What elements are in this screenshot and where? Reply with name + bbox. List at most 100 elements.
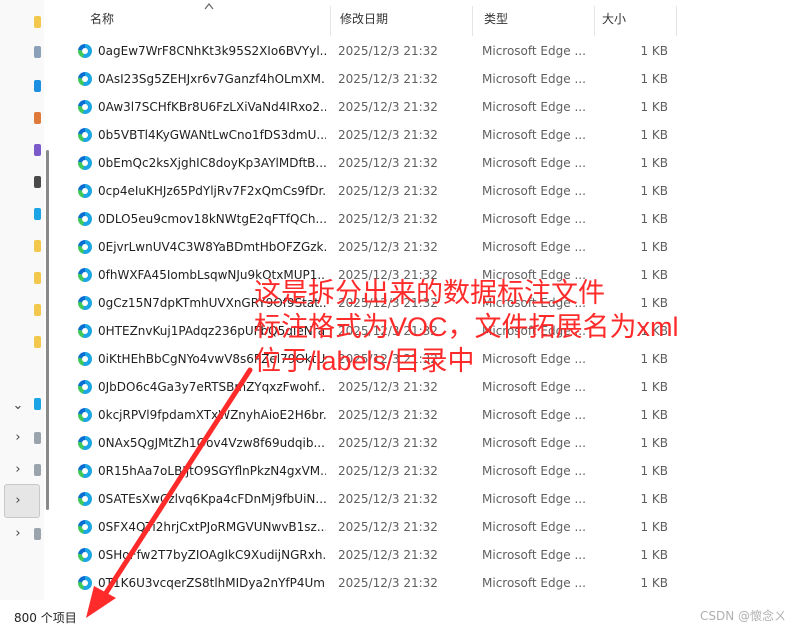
file-date: 2025/12/3 21:32: [338, 492, 438, 506]
drive-icon[interactable]: [34, 464, 41, 476]
folder-icon[interactable]: [34, 46, 41, 58]
chevron-right-icon[interactable]: ›: [10, 493, 26, 509]
nav-scrollbar[interactable]: [44, 0, 52, 600]
file-row[interactable]: 0bEmQc2ksXjghIC8doyKp3AYlMDftB... 2025/12…: [72, 149, 682, 177]
folder-icon[interactable]: [34, 208, 41, 220]
file-name: 0SFX4QTi2hrjCxtPJoRMGVUNwvB1sz...: [98, 520, 326, 534]
annotation-line: 这是拆分出来的数据标注文件: [254, 278, 605, 308]
file-type: Microsoft Edge ...: [482, 100, 586, 114]
file-row[interactable]: 0Aw3l7SCHfKBr8U6FzLXiVaNd4IRxo2... 2025/1…: [72, 93, 682, 121]
edge-file-icon: [78, 44, 92, 58]
chevron-right-icon[interactable]: ›: [10, 430, 26, 446]
file-type: Microsoft Edge ...: [482, 156, 586, 170]
file-name: 0SHoFfw2T7byZIOAgIkC9XudijNGRxh...: [98, 548, 326, 562]
column-header: 名称 修改日期 类型 大小: [78, 0, 678, 38]
file-name: 0T1K6U3vcqerZS8tlhMIDya2nYfP4Um...: [98, 576, 326, 590]
edge-file-icon: [78, 520, 92, 534]
file-row[interactable]: 0kcjRPVl9fpdamXTxWZnyhAioE2H6br... 2025/1…: [72, 401, 682, 429]
status-item-count: 800 个项目: [14, 611, 77, 625]
file-type: Microsoft Edge ...: [482, 436, 586, 450]
file-date: 2025/12/3 21:32: [338, 520, 438, 534]
folder-icon[interactable]: [34, 144, 41, 156]
file-row[interactable]: 0T1K6U3vcqerZS8tlhMIDya2nYfP4Um... 2025/1…: [72, 569, 682, 597]
edge-file-icon: [78, 408, 92, 422]
file-type: Microsoft Edge ...: [482, 576, 586, 590]
edge-file-icon: [78, 72, 92, 86]
column-date[interactable]: 修改日期: [328, 0, 470, 38]
drive-icon[interactable]: [34, 528, 41, 540]
file-date: 2025/12/3 21:32: [338, 240, 438, 254]
edge-file-icon: [78, 184, 92, 198]
file-date: 2025/12/3 21:32: [338, 184, 438, 198]
nav-scrollbar-thumb[interactable]: [46, 150, 49, 510]
folder-icon[interactable]: [34, 304, 41, 316]
file-row[interactable]: 0agEw7WrF8CNhKt3k95S2XIo6BVYyl... 2025/12…: [72, 37, 682, 65]
folder-icon[interactable]: [34, 80, 41, 92]
file-name: 0NAx5QgJMtZh1Oov4Vzw8f69udqib...: [98, 436, 325, 450]
file-row[interactable]: 0DLO5eu9cmov18kNWtgE2qFTfQCh... 2025/12/3…: [72, 205, 682, 233]
column-name[interactable]: 名称: [78, 0, 330, 38]
folder-icon[interactable]: [34, 336, 41, 348]
file-date: 2025/12/3 21:32: [338, 100, 438, 114]
file-size: 1 KB: [640, 240, 668, 254]
file-size: 1 KB: [640, 212, 668, 226]
file-row[interactable]: 0SHoFfw2T7byZIOAgIkC9XudijNGRxh... 2025/1…: [72, 541, 682, 569]
file-type: Microsoft Edge ...: [482, 128, 586, 142]
drive-icon[interactable]: [34, 432, 41, 444]
file-row[interactable]: 0SFX4QTi2hrjCxtPJoRMGVUNwvB1sz... 2025/12…: [72, 513, 682, 541]
chevron-right-icon[interactable]: ›: [10, 462, 26, 478]
edge-file-icon: [78, 296, 92, 310]
drive-icon[interactable]: [34, 398, 41, 410]
file-size: 1 KB: [640, 184, 668, 198]
file-row[interactable]: 0R15hAa7oLBIjtO9SGYflnPkzN4gxVM... 2025/1…: [72, 457, 682, 485]
chevron-down-icon[interactable]: ⌄: [10, 398, 26, 414]
file-type: Microsoft Edge ...: [482, 212, 586, 226]
file-date: 2025/12/3 21:32: [338, 464, 438, 478]
file-size: 1 KB: [640, 44, 668, 58]
file-type: Microsoft Edge ...: [482, 184, 586, 198]
file-row[interactable]: 0cp4eIuKHJz65PdYljRv7F2xQmCs9fDr... 2025/…: [72, 177, 682, 205]
edge-file-icon: [78, 380, 92, 394]
file-row[interactable]: 0SATEsXwCzlvq6Kpa4cFDnMj9fbUiN... 2025/12…: [72, 485, 682, 513]
file-size: 1 KB: [640, 128, 668, 142]
edge-file-icon: [78, 240, 92, 254]
folder-icon[interactable]: [34, 112, 41, 124]
column-divider[interactable]: [676, 6, 677, 36]
column-size[interactable]: 大小: [590, 0, 676, 38]
file-row[interactable]: 0AsI23Sg5ZEHJxr6v7Ganzf4hOLmXM... 2025/12…: [72, 65, 682, 93]
file-type: Microsoft Edge ...: [482, 520, 586, 534]
edge-file-icon: [78, 128, 92, 142]
file-row[interactable]: 0NAx5QgJMtZh1Oov4Vzw8f69udqib... 2025/12/…: [72, 429, 682, 457]
column-type[interactable]: 类型: [472, 0, 590, 38]
edge-file-icon: [78, 352, 92, 366]
annotation-line: 标注格式为VOC，文件拓展名为xml: [254, 312, 679, 342]
folder-icon[interactable]: [34, 176, 41, 188]
file-name: 0agEw7WrF8CNhKt3k95S2XIo6BVYyl...: [98, 44, 326, 58]
file-row[interactable]: 0b5VBTl4KyGWANtLwCno1fDS3dmU... 2025/12/3…: [72, 121, 682, 149]
file-size: 1 KB: [640, 156, 668, 170]
file-size: 1 KB: [640, 492, 668, 506]
file-name: 0AsI23Sg5ZEHJxr6v7Ganzf4hOLmXM...: [98, 72, 326, 86]
folder-icon[interactable]: [34, 272, 41, 284]
file-name: 0EjvrLwnUV4C3W8YaBDmtHbOFZGzk...: [98, 240, 326, 254]
folder-icon[interactable]: [34, 240, 41, 252]
file-type: Microsoft Edge ...: [482, 240, 586, 254]
file-name: 0kcjRPVl9fpdamXTxWZnyhAioE2H6br...: [98, 408, 326, 422]
file-date: 2025/12/3 21:32: [338, 156, 438, 170]
file-date: 2025/12/3 21:32: [338, 72, 438, 86]
file-type: Microsoft Edge ...: [482, 464, 586, 478]
edge-file-icon: [78, 576, 92, 590]
file-type: Microsoft Edge ...: [482, 492, 586, 506]
file-name: 0bEmQc2ksXjghIC8doyKp3AYlMDftB...: [98, 156, 326, 170]
file-name: 0R15hAa7oLBIjtO9SGYflnPkzN4gxVM...: [98, 464, 326, 478]
edge-file-icon: [78, 268, 92, 282]
file-date: 2025/12/3 21:32: [338, 436, 438, 450]
folder-icon[interactable]: [34, 16, 41, 28]
file-date: 2025/12/3 21:32: [338, 44, 438, 58]
file-date: 2025/12/3 21:32: [338, 548, 438, 562]
file-row[interactable]: 0EjvrLwnUV4C3W8YaBDmtHbOFZGzk... 2025/12/…: [72, 233, 682, 261]
file-size: 1 KB: [640, 464, 668, 478]
file-size: 1 KB: [640, 72, 668, 86]
chevron-right-icon[interactable]: ›: [10, 526, 26, 542]
file-size: 1 KB: [640, 436, 668, 450]
